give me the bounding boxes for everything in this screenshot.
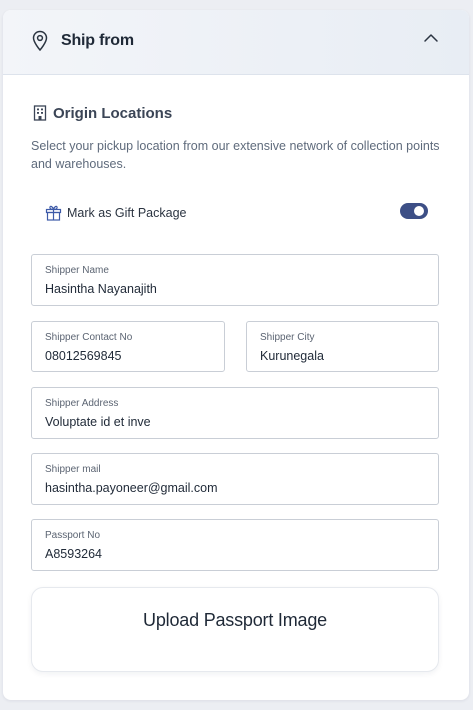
passport-no-label: Passport No [45, 530, 101, 541]
map-pin-icon [32, 30, 48, 52]
shipper-city-value[interactable]: Kurunegala [260, 349, 428, 363]
shipper-name-value[interactable]: Hasintha Nayanajith [45, 282, 428, 296]
shipper-address-value[interactable]: Voluptate id et inve [45, 415, 428, 429]
shipper-mail-field[interactable]: Shipper mail hasintha.payoneer@gmail.com [31, 453, 439, 505]
shipper-name-field[interactable]: Shipper Name Hasintha Nayanajith [31, 254, 439, 306]
shipper-mail-label: Shipper mail [45, 464, 101, 475]
shipper-name-label: Shipper Name [45, 265, 109, 276]
gift-package-label: Mark as Gift Package [67, 206, 187, 220]
origin-locations-description: Select your pickup location from our ext… [31, 139, 440, 171]
shipper-city-label: Shipper City [260, 332, 315, 343]
shipper-address-label: Shipper Address [45, 398, 119, 409]
upload-passport-button[interactable]: Upload Passport Image [31, 587, 439, 672]
origin-locations-title: Origin Locations [53, 105, 173, 122]
passport-no-field[interactable]: Passport No A8593264 [31, 519, 439, 571]
building-icon [33, 105, 47, 121]
toggle-knob [414, 206, 424, 216]
shipper-mail-value[interactable]: hasintha.payoneer@gmail.com [45, 481, 428, 495]
gift-icon [45, 205, 62, 221]
passport-no-value[interactable]: A8593264 [45, 547, 428, 561]
ship-from-title: Ship from [61, 32, 134, 49]
shipper-address-field[interactable]: Shipper Address Voluptate id et inve [31, 387, 439, 439]
upload-passport-label: Upload Passport Image [143, 610, 327, 630]
shipper-contact-value[interactable]: 08012569845 [45, 349, 214, 363]
shipper-contact-field[interactable]: Shipper Contact No 08012569845 [31, 321, 225, 372]
gift-package-toggle[interactable] [400, 203, 428, 219]
ship-from-header[interactable]: Ship from [3, 10, 469, 75]
shipper-city-field[interactable]: Shipper City Kurunegala [246, 321, 439, 372]
shipper-contact-label: Shipper Contact No [45, 332, 133, 343]
chevron-up-icon[interactable] [421, 28, 441, 48]
ship-from-card: Ship from Origin Locations Select your p… [3, 10, 469, 700]
